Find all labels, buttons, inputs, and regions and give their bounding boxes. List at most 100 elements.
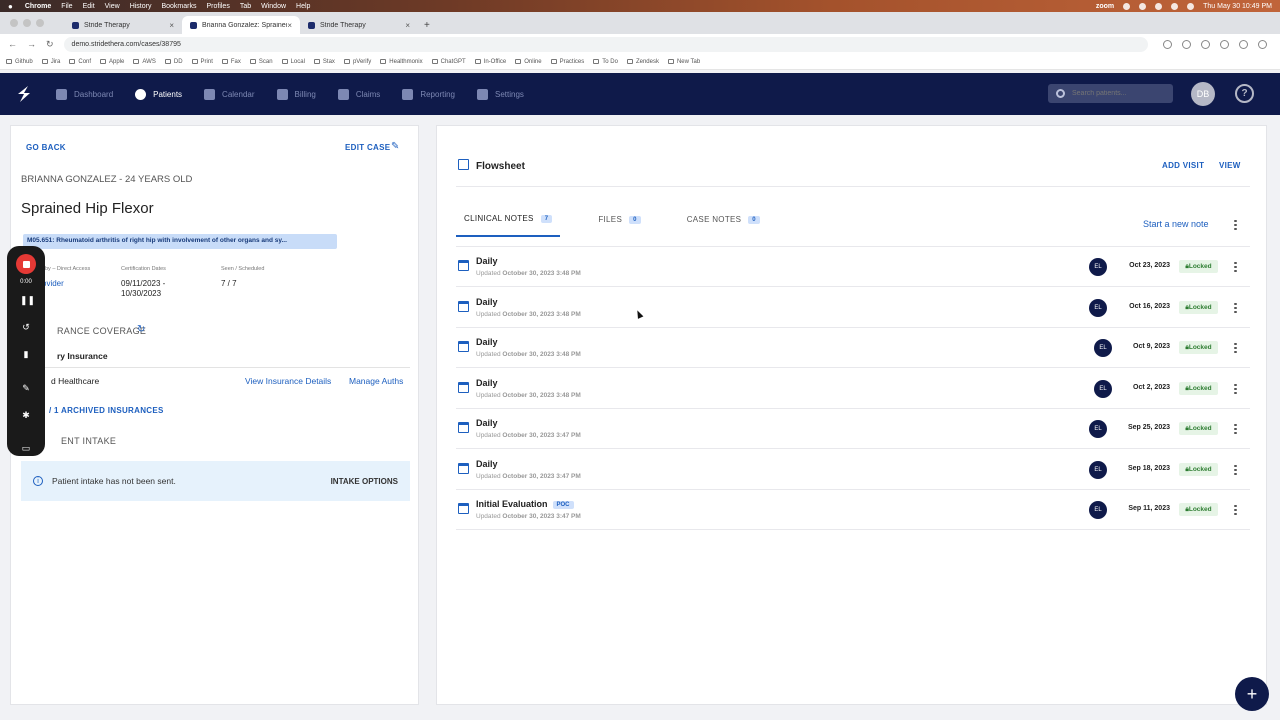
menu-file[interactable]: File [61, 3, 72, 10]
menu-help[interactable]: Help [296, 3, 310, 10]
intake-options-button[interactable]: INTAKE OPTIONS [331, 477, 398, 486]
bookmark[interactable]: To Do [593, 59, 618, 65]
menu-history[interactable]: History [130, 3, 152, 10]
nav-settings[interactable]: Settings [477, 88, 524, 100]
extension-icon[interactable] [1220, 39, 1229, 49]
note-row[interactable]: Daily Updated October 30, 2023 3:48 PM E… [456, 369, 1250, 409]
wifi-icon[interactable] [1171, 2, 1179, 10]
go-back-link[interactable]: GO BACK [26, 143, 66, 152]
pencil-icon[interactable]: ✎ [391, 141, 399, 152]
back-arrow-icon[interactable]: ← [8, 39, 17, 49]
bookmark[interactable]: pVerify [343, 59, 371, 65]
clock[interactable]: Thu May 30 10:49 PM [1203, 3, 1272, 10]
close-window-icon[interactable] [10, 19, 18, 27]
menu-profiles[interactable]: Profiles [206, 3, 229, 10]
camera-icon[interactable]: ▭ [20, 442, 32, 454]
menu-icon[interactable] [1258, 39, 1267, 49]
bookmark[interactable]: Apple [100, 59, 124, 65]
bookmark[interactable]: Practices [550, 59, 584, 65]
stride-logo-icon[interactable] [14, 84, 34, 104]
extension-icon[interactable] [1201, 39, 1210, 49]
menu-app-name[interactable]: Chrome [25, 3, 51, 10]
search-input[interactable] [1072, 90, 1162, 97]
row-options-icon[interactable] [1234, 463, 1238, 477]
bookmark[interactable]: Conf [69, 59, 91, 65]
referral-provider-link[interactable]: ovider [42, 279, 64, 288]
stop-recording-button[interactable] [16, 254, 36, 274]
forward-arrow-icon[interactable]: → [27, 39, 36, 49]
note-row[interactable]: Initial Evaluation POC Updated October 30… [456, 490, 1250, 530]
bookmark[interactable]: Github [6, 59, 33, 65]
tab-clinical-notes[interactable]: CLINICAL NOTES 7 [456, 209, 561, 237]
row-options-icon[interactable] [1234, 341, 1238, 355]
diagnosis-chip[interactable]: M05.651: Rheumatoid arthritis of right h… [23, 234, 337, 249]
close-tab-icon[interactable]: × [405, 21, 410, 30]
bookmark[interactable]: Scan [249, 59, 273, 65]
row-options-icon[interactable] [1234, 503, 1238, 517]
apple-icon[interactable]: ● [8, 2, 13, 11]
nav-dashboard[interactable]: Dashboard [56, 88, 113, 100]
close-tab-icon[interactable]: × [169, 21, 174, 30]
row-options-icon[interactable] [1234, 260, 1238, 274]
restart-icon[interactable]: ↺ [20, 321, 32, 333]
menu-view[interactable]: View [105, 3, 120, 10]
bookmark[interactable]: AWS [133, 59, 156, 65]
bookmark[interactable]: Zendesk [626, 59, 659, 65]
bookmark[interactable]: ChatGPT [431, 59, 466, 65]
note-row[interactable]: Daily Updated October 30, 2023 3:47 PM E… [456, 450, 1250, 490]
menu-bookmarks[interactable]: Bookmarks [161, 3, 196, 10]
note-title[interactable]: Daily [476, 337, 498, 347]
manage-auths-link[interactable]: Manage Auths [349, 376, 403, 386]
add-visit-link[interactable]: ADD VISIT [1162, 161, 1204, 170]
menu-window[interactable]: Window [261, 3, 286, 10]
zoom-status[interactable]: zoom [1096, 3, 1114, 10]
refresh-icon[interactable]: ↻ [137, 324, 145, 335]
note-row[interactable]: Daily Updated October 30, 2023 3:48 PM E… [456, 328, 1250, 368]
note-title[interactable]: Daily [476, 256, 498, 266]
edit-case-link[interactable]: EDIT CASE [345, 143, 390, 152]
new-tab-icon[interactable]: + [424, 20, 430, 31]
note-row[interactable]: Daily Updated October 30, 2023 3:48 PM E… [456, 288, 1250, 328]
maximize-window-icon[interactable] [36, 19, 44, 27]
row-options-icon[interactable] [1234, 382, 1238, 396]
status-icon[interactable] [1155, 2, 1163, 10]
star-icon[interactable] [1182, 39, 1191, 49]
close-tab-icon[interactable]: × [287, 21, 292, 30]
bookmark[interactable]: Local [281, 59, 305, 65]
note-title[interactable]: Daily [476, 297, 498, 307]
more-options-icon[interactable] [1234, 218, 1238, 232]
profile-icon[interactable] [1239, 39, 1248, 49]
note-row[interactable]: Daily Updated October 30, 2023 3:47 PM E… [456, 409, 1250, 449]
note-title[interactable]: Daily [476, 378, 498, 388]
archived-insurances-link[interactable]: / 1 ARCHIVED INSURANCES [49, 406, 164, 415]
reload-icon[interactable]: ↻ [46, 39, 54, 50]
start-new-note-link[interactable]: Start a new note [1143, 219, 1209, 229]
note-title[interactable]: Initial Evaluation [476, 499, 548, 509]
bookmark[interactable]: In-Office [474, 59, 506, 65]
url-field[interactable]: demo.stridethera.com/cases/38795 [63, 36, 1148, 52]
menu-edit[interactable]: Edit [83, 3, 95, 10]
status-icon[interactable] [1123, 2, 1131, 10]
menu-tab[interactable]: Tab [240, 3, 251, 10]
bookmark[interactable]: Print [191, 59, 213, 65]
add-fab-button[interactable]: + [1235, 677, 1269, 711]
row-options-icon[interactable] [1234, 301, 1238, 315]
nav-claims[interactable]: Claims [337, 88, 380, 100]
draw-pen-icon[interactable]: ✎ [20, 382, 32, 394]
nav-patients[interactable]: Patients [135, 88, 182, 100]
search-icon[interactable] [1187, 2, 1195, 10]
bookmark[interactable]: Jira [41, 59, 60, 65]
bookmark[interactable]: Stax [313, 59, 335, 65]
bookmark[interactable]: DD [164, 59, 183, 65]
browser-tab[interactable]: Stride Therapy × [300, 16, 418, 34]
tab-case-notes[interactable]: CASE NOTES 0 [679, 209, 768, 237]
help-icon[interactable]: ? [1235, 84, 1254, 103]
row-options-icon[interactable] [1234, 422, 1238, 436]
bookmark[interactable]: New Tab [667, 59, 700, 65]
browser-tab[interactable]: Stride Therapy × [64, 16, 182, 34]
user-avatar[interactable]: DB [1191, 82, 1215, 106]
view-link[interactable]: VIEW [1219, 161, 1241, 170]
pause-icon[interactable]: ❚❚ [20, 294, 35, 306]
nav-billing[interactable]: Billing [276, 88, 316, 100]
trash-icon[interactable]: ▮ [20, 348, 32, 360]
